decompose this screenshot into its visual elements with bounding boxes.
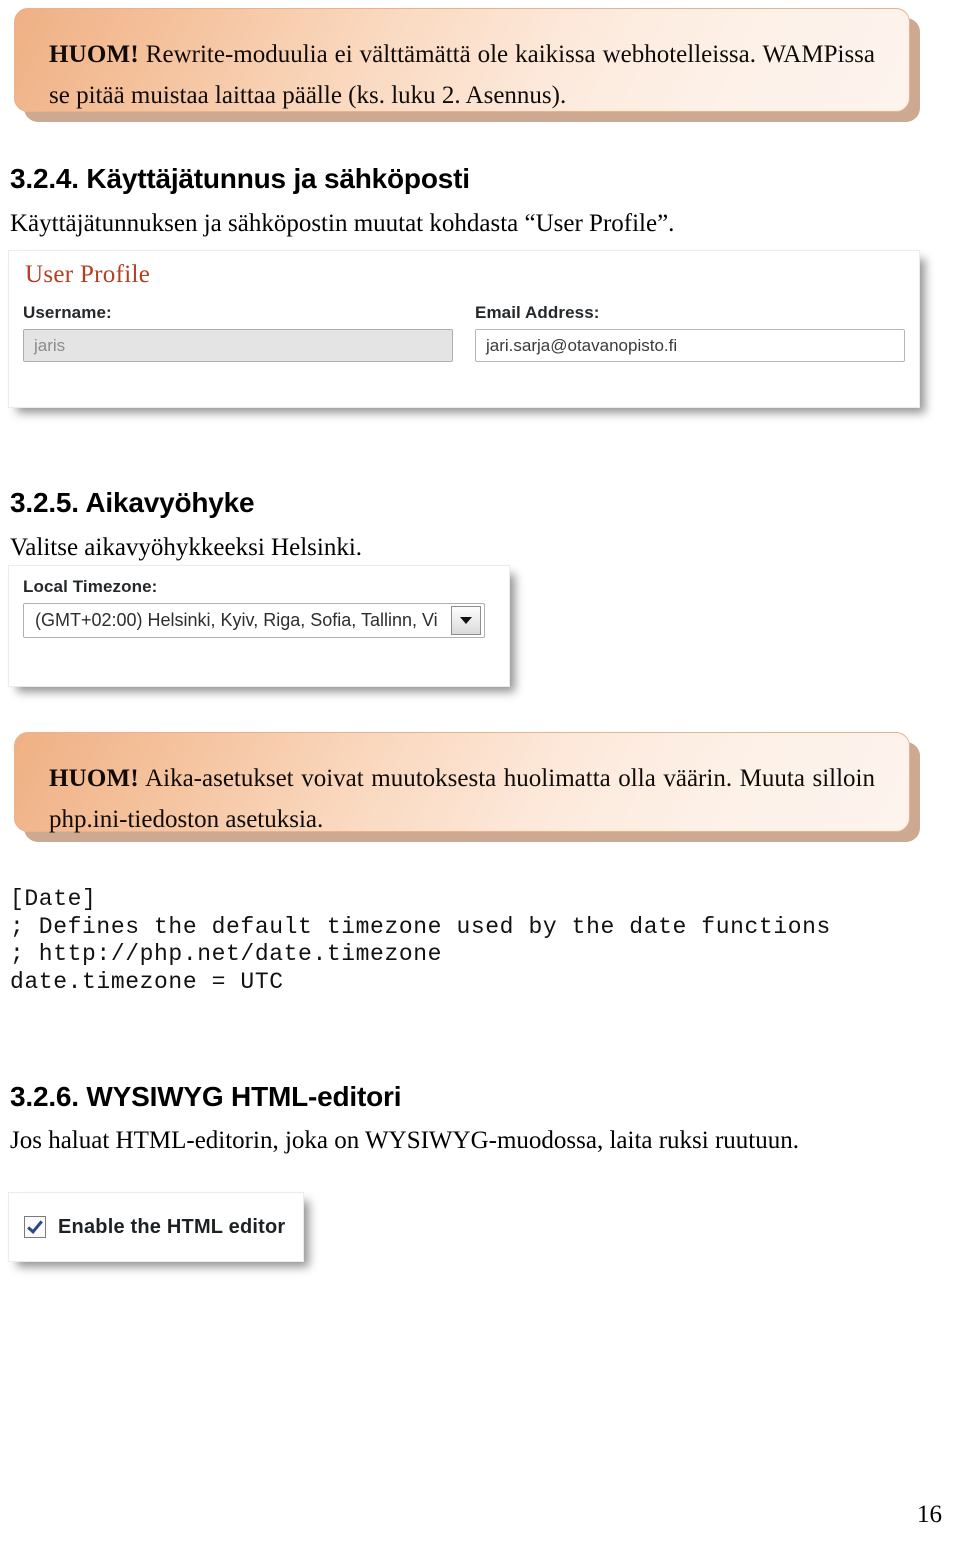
php-ini-code-block: [Date] ; Defines the default timezone us…: [10, 886, 831, 995]
user-profile-title: User Profile: [25, 261, 151, 288]
email-input[interactable]: jari.sarja@otavanopisto.fi: [475, 329, 905, 362]
paragraph-3-2-6: Jos haluat HTML-editorin, joka on WYSIWY…: [10, 1127, 800, 1154]
enable-html-editor-label: Enable the HTML editor: [58, 1215, 286, 1238]
callout-tag: HUOM!: [49, 765, 139, 792]
timezone-label: Local Timezone:: [23, 577, 158, 596]
user-profile-screenshot: User Profile Username: jaris Email Addre…: [8, 250, 920, 408]
heading-3-2-5: 3.2.5. Aikavyöhyke: [10, 487, 255, 518]
chevron-down-icon[interactable]: [451, 606, 481, 635]
callout-message: Rewrite-moduulia ei välttämättä ole kaik…: [49, 41, 875, 109]
callout-text: HUOM! Aika-asetukset voivat muutoksesta …: [49, 759, 875, 840]
enable-html-editor-row[interactable]: Enable the HTML editor: [9, 1193, 303, 1261]
callout-tag: HUOM!: [49, 41, 139, 68]
heading-3-2-4: 3.2.4. Käyttäjätunnus ja sähköposti: [10, 163, 470, 194]
html-editor-screenshot: Enable the HTML editor: [8, 1192, 304, 1262]
note-callout-rewrite: HUOM! Rewrite-moduulia ei välttämättä ol…: [14, 8, 920, 122]
email-group: Email Address: jari.sarja@otavanopisto.f…: [475, 303, 905, 362]
checkbox-checked-icon[interactable]: [24, 1216, 46, 1238]
username-group: Username: jaris: [23, 303, 453, 362]
username-input[interactable]: jaris: [23, 329, 453, 362]
callout-body: HUOM! Rewrite-moduulia ei välttämättä ol…: [14, 8, 910, 112]
paragraph-3-2-5: Valitse aikavyöhykkeeksi Helsinki.: [10, 534, 363, 561]
callout-text: HUOM! Rewrite-moduulia ei välttämättä ol…: [49, 35, 875, 116]
paragraph-3-2-4: Käyttäjätunnuksen ja sähköpostin muutat …: [10, 210, 675, 237]
timezone-select[interactable]: (GMT+02:00) Helsinki, Kyiv, Riga, Sofia,…: [23, 603, 485, 638]
timezone-selected-value: (GMT+02:00) Helsinki, Kyiv, Riga, Sofia,…: [35, 610, 438, 630]
callout-message: Aika-asetukset voivat muutoksesta huolim…: [49, 765, 875, 833]
timezone-screenshot: Local Timezone: (GMT+02:00) Helsinki, Ky…: [8, 565, 510, 687]
note-callout-time-settings: HUOM! Aika-asetukset voivat muutoksesta …: [14, 732, 920, 842]
callout-body: HUOM! Aika-asetukset voivat muutoksesta …: [14, 732, 910, 833]
user-profile-fields: Username: jaris Email Address: jari.sarj…: [23, 303, 905, 362]
username-label: Username:: [23, 303, 112, 322]
heading-3-2-6: 3.2.6. WYSIWYG HTML-editori: [10, 1081, 402, 1112]
page-number: 16: [917, 1501, 942, 1528]
email-label: Email Address:: [475, 303, 600, 322]
